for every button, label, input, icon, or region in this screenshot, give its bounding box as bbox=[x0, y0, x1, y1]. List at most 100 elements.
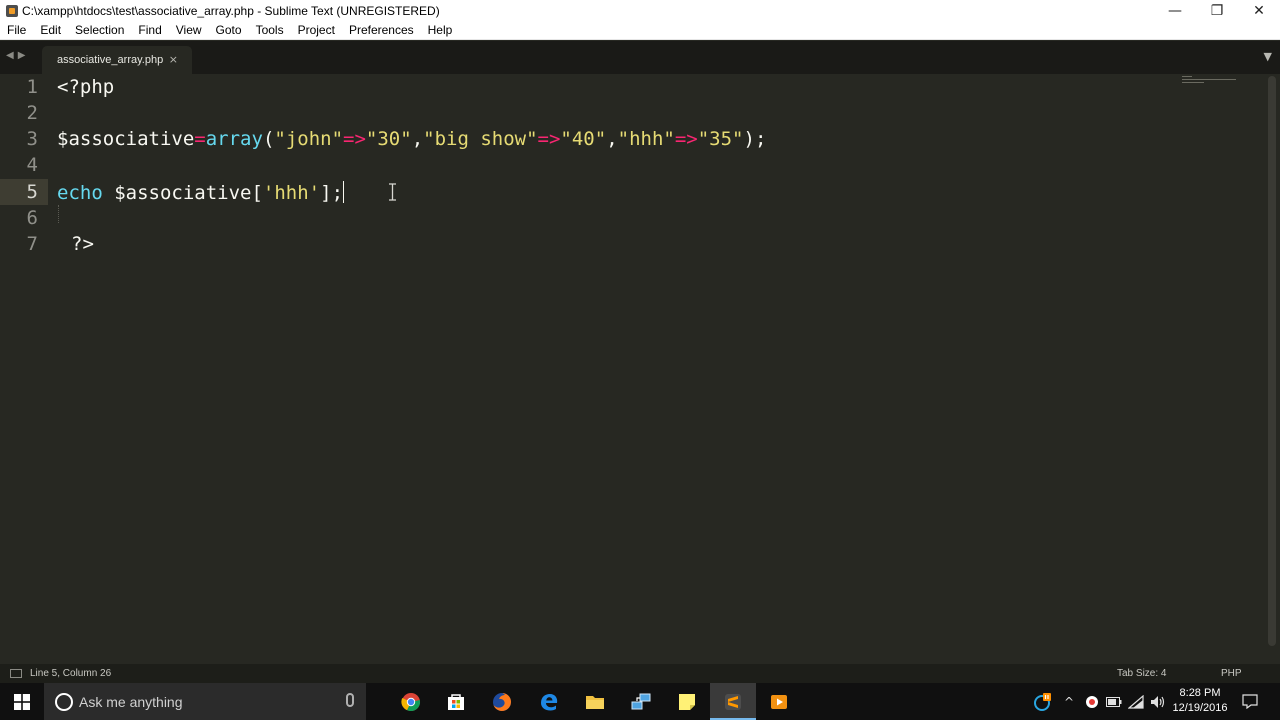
code-editor[interactable]: 1 2 3 4 5 6 7 <?php $associative=array("… bbox=[0, 74, 1280, 664]
media-player-icon bbox=[771, 694, 787, 709]
wifi-shape bbox=[1128, 694, 1144, 709]
line-number: 2 bbox=[26, 102, 38, 124]
code-token: => bbox=[343, 128, 366, 150]
code-token: $associative bbox=[57, 128, 195, 150]
minimap[interactable] bbox=[1182, 76, 1238, 90]
store-icon bbox=[448, 693, 464, 710]
code-token: , bbox=[606, 128, 618, 150]
line-number-active: 5 bbox=[26, 181, 38, 203]
taskbar-file-explorer[interactable] bbox=[572, 683, 618, 720]
tray-record-icon[interactable] bbox=[1082, 683, 1102, 720]
sublime-text-icon bbox=[725, 693, 741, 710]
cortana-icon bbox=[55, 692, 73, 711]
code-token: "john" bbox=[274, 128, 344, 150]
menu-file[interactable]: File bbox=[0, 21, 33, 40]
code-token: ( bbox=[262, 128, 275, 150]
wifi-icon[interactable] bbox=[1126, 683, 1146, 720]
show-hidden-icons-icon[interactable]: ^ bbox=[1058, 683, 1080, 720]
microphone-icon[interactable] bbox=[346, 693, 354, 707]
code-token: , bbox=[411, 128, 424, 150]
code-token: array bbox=[205, 128, 263, 150]
menu-view[interactable]: View bbox=[169, 21, 209, 40]
taskbar-media-player[interactable] bbox=[756, 683, 802, 720]
menu-bar: File Edit Selection Find View Goto Tools… bbox=[0, 21, 1280, 40]
firefox-icon bbox=[493, 692, 511, 711]
tab-dropdown-icon[interactable]: ▼ bbox=[1264, 50, 1272, 63]
close-button[interactable]: ✕ bbox=[1238, 0, 1280, 21]
tab-associative-array[interactable]: associative_array.php × bbox=[42, 46, 192, 74]
window-controls: — ❐ ✕ bbox=[1154, 0, 1280, 21]
line-number: 3 bbox=[26, 128, 38, 150]
line-number: 6 bbox=[26, 207, 38, 229]
line-number: 7 bbox=[26, 233, 38, 255]
taskbar-sticky-notes[interactable] bbox=[664, 683, 710, 720]
window-title: C:\xampp\htdocs\test\associative_array.p… bbox=[22, 3, 440, 18]
minimize-button[interactable]: — bbox=[1154, 0, 1196, 21]
tab-nav-arrows-icon[interactable]: ◀▶ bbox=[6, 50, 29, 61]
code-token: => bbox=[674, 128, 698, 150]
code-line-1: <?php bbox=[57, 76, 114, 98]
taskbar-clock[interactable]: 8:28 PM 12/19/2016 bbox=[1168, 686, 1232, 716]
code-token: $associative[ bbox=[102, 182, 263, 204]
menu-tools[interactable]: Tools bbox=[249, 21, 291, 40]
taskbar-sublime-text[interactable] bbox=[710, 683, 756, 720]
php-open-tag: <?php bbox=[57, 76, 115, 98]
taskbar-chrome[interactable] bbox=[388, 683, 434, 720]
taskbar-firefox[interactable] bbox=[479, 683, 525, 720]
code-token: 'hhh' bbox=[262, 182, 321, 204]
code-token: "hhh" bbox=[617, 128, 675, 150]
code-line-3: $associative=array("john"=>"30","big sho… bbox=[57, 128, 766, 150]
menu-help[interactable]: Help bbox=[421, 21, 460, 40]
cursor-position: Line 5, Column 26 bbox=[30, 668, 112, 679]
php-close-tag: ?> bbox=[71, 233, 94, 255]
tray-app-icon[interactable] bbox=[1030, 683, 1054, 720]
line-number: 4 bbox=[26, 154, 38, 176]
code-token: "35" bbox=[697, 128, 744, 150]
battery-icon[interactable] bbox=[1104, 683, 1124, 720]
menu-goto[interactable]: Goto bbox=[209, 21, 249, 40]
cortana-search-box[interactable]: Ask me anything bbox=[44, 683, 366, 720]
tab-label: associative_array.php bbox=[57, 54, 164, 66]
vertical-scrollbar[interactable] bbox=[1268, 76, 1276, 646]
title-bar: C:\xampp\htdocs\test\associative_array.p… bbox=[0, 0, 1280, 21]
volume-shape bbox=[1151, 695, 1165, 708]
ibeam-cursor-icon bbox=[389, 183, 396, 201]
menu-project[interactable]: Project bbox=[291, 21, 342, 40]
volume-icon[interactable] bbox=[1148, 683, 1168, 720]
sticky-notes-icon bbox=[679, 693, 695, 710]
code-token: "big show" bbox=[423, 128, 538, 150]
taskbar-remote-desktop[interactable] bbox=[618, 683, 664, 720]
menu-find[interactable]: Find bbox=[131, 21, 168, 40]
record-icon bbox=[1086, 695, 1098, 708]
code-token: ]; bbox=[320, 182, 344, 204]
search-placeholder: Ask me anything bbox=[79, 693, 183, 710]
menu-selection[interactable]: Selection bbox=[68, 21, 131, 40]
tab-close-icon[interactable]: × bbox=[169, 53, 178, 66]
clock-date: 12/19/2016 bbox=[1172, 702, 1228, 714]
syntax-selector[interactable]: PHP bbox=[1221, 664, 1242, 683]
status-bar: Line 5, Column 26 Tab Size: 4 PHP bbox=[0, 664, 1280, 683]
tab-size-selector[interactable]: Tab Size: 4 bbox=[1117, 664, 1166, 683]
windows-taskbar: Ask me anything ^ 8:28 PM 12/19/2016 bbox=[0, 683, 1280, 720]
start-button[interactable] bbox=[0, 683, 44, 720]
taskbar-store[interactable] bbox=[433, 683, 479, 720]
code-token: => bbox=[537, 128, 561, 150]
code-line-7: ?> bbox=[71, 233, 94, 255]
taskbar-edge[interactable] bbox=[526, 683, 572, 720]
windows-logo-icon bbox=[14, 693, 30, 710]
line-number: 1 bbox=[26, 76, 38, 98]
code-token: echo bbox=[57, 182, 103, 204]
menu-edit[interactable]: Edit bbox=[33, 21, 68, 40]
action-center-icon[interactable] bbox=[1236, 683, 1264, 720]
code-line-5: echo $associative['hhh']; bbox=[57, 181, 345, 204]
sublime-app-icon bbox=[6, 4, 18, 17]
indent-guide bbox=[58, 205, 59, 223]
tab-bar: ◀▶ associative_array.php × ▼ bbox=[0, 41, 1280, 74]
panel-toggle-icon[interactable] bbox=[10, 669, 22, 678]
code-token: "30" bbox=[365, 128, 412, 150]
file-explorer-icon bbox=[586, 695, 604, 709]
restore-button[interactable]: ❐ bbox=[1196, 0, 1238, 21]
code-token: = bbox=[194, 128, 206, 150]
menu-preferences[interactable]: Preferences bbox=[342, 21, 421, 40]
notification-shape bbox=[1242, 694, 1258, 709]
